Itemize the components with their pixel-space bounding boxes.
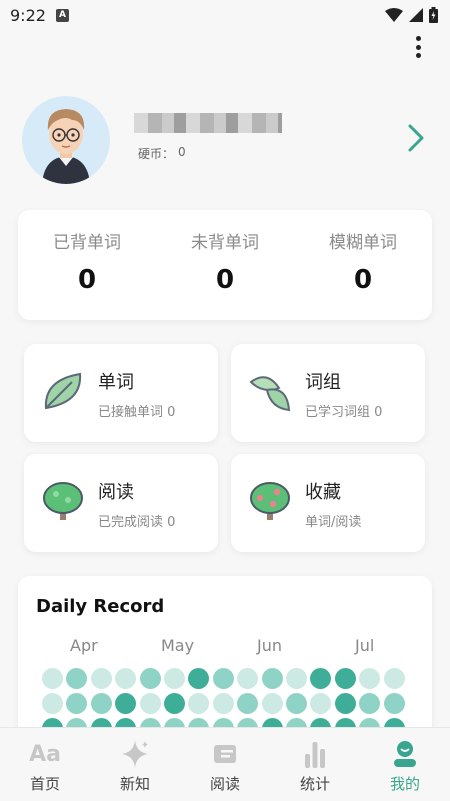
nav-reading[interactable]: 阅读 — [180, 728, 270, 801]
tree-icon — [43, 482, 83, 520]
activity-day-dot — [115, 693, 137, 714]
activity-day-dot — [286, 693, 307, 714]
sparkle-icon — [122, 740, 148, 768]
activity-day-dot — [212, 668, 234, 689]
signal-icon — [409, 8, 423, 22]
tile-favorites[interactable]: 收藏 单词/阅读 — [231, 454, 425, 552]
stat-unlearned[interactable]: 未背单词 0 — [156, 210, 294, 320]
stat-value: 0 — [215, 265, 235, 295]
leaf-icon — [44, 372, 82, 410]
activity-day-dot — [237, 693, 259, 714]
profile-header[interactable]: 硬币： 0 — [22, 96, 430, 184]
activity-day-dot — [212, 693, 234, 714]
activity-day-dot — [66, 693, 88, 714]
activity-day-dot — [66, 668, 88, 689]
activity-day-dot — [359, 668, 381, 689]
activity-day-dot — [90, 668, 112, 689]
battery-icon — [429, 7, 438, 23]
word-stats-card: 已背单词 0 未背单词 0 模糊单词 0 — [18, 210, 432, 320]
overflow-menu-icon[interactable] — [410, 36, 426, 58]
nav-home[interactable]: Aa 首页 — [0, 728, 90, 801]
tile-title: 阅读 — [98, 482, 134, 503]
month-label: Jul — [355, 636, 375, 655]
stat-learned[interactable]: 已背单词 0 — [18, 210, 156, 320]
avatar[interactable] — [22, 96, 110, 184]
activity-day-dot — [42, 693, 63, 714]
notification-icon: A — [55, 8, 69, 22]
nav-label: 新知 — [119, 775, 150, 793]
tile-subtitle: 已完成阅读 0 — [98, 515, 176, 530]
stat-label: 模糊单词 — [329, 233, 397, 253]
nav-label: 我的 — [389, 775, 420, 793]
month-label: Apr — [70, 636, 98, 655]
coins-label: 硬币： — [138, 147, 175, 161]
tile-words[interactable]: 单词 已接触单词 0 — [24, 344, 218, 442]
nav-me[interactable]: 我的 — [360, 728, 450, 801]
person-icon — [394, 741, 416, 767]
activity-day-dot — [237, 668, 259, 689]
nav-statistics[interactable]: 统计 — [270, 728, 360, 801]
activity-day-dot — [90, 693, 112, 714]
nav-label: 首页 — [29, 775, 60, 793]
tile-title: 词组 — [305, 372, 341, 393]
tile-subtitle: 单词/阅读 — [305, 515, 362, 530]
tile-subtitle: 已接触单词 0 — [98, 405, 176, 420]
daily-record-title: Daily Record — [36, 596, 165, 617]
activity-day-dot — [188, 668, 210, 689]
leaves-icon — [249, 376, 291, 412]
activity-day-dot — [310, 668, 332, 689]
nav-discover[interactable]: 新知 — [90, 728, 180, 801]
nav-label: 阅读 — [209, 775, 240, 793]
tile-subtitle: 已学习词组 0 — [305, 405, 383, 420]
nav-label: 统计 — [299, 775, 330, 793]
coins-count: 硬币： 0 — [138, 145, 186, 162]
activity-day-dot — [334, 693, 356, 714]
stat-value: 0 — [353, 265, 373, 295]
month-label: Jun — [257, 636, 282, 655]
activity-day-dot — [383, 668, 405, 689]
tile-title: 收藏 — [305, 482, 341, 503]
status-bar: 9:22 A — [0, 0, 450, 30]
aa-icon: Aa — [29, 741, 61, 767]
username-blurred — [134, 113, 282, 133]
activity-day-dot — [139, 668, 161, 689]
activity-day-dot — [164, 668, 185, 689]
coins-value: 0 — [178, 145, 186, 159]
bottom-nav: Aa 首页 新知 阅读 统计 我的 — [0, 727, 450, 801]
tile-phrases[interactable]: 词组 已学习词组 0 — [231, 344, 425, 442]
activity-day-dot — [188, 693, 210, 714]
stat-fuzzy[interactable]: 模糊单词 0 — [294, 210, 432, 320]
activity-day-dot — [139, 693, 161, 714]
tile-reading[interactable]: 阅读 已完成阅读 0 — [24, 454, 218, 552]
activity-day-dot — [42, 668, 63, 689]
activity-day-dot — [359, 693, 381, 714]
bar-chart-icon — [305, 742, 325, 768]
tile-title: 单词 — [98, 372, 134, 393]
activity-day-dot — [383, 693, 405, 714]
chevron-right-icon[interactable] — [406, 122, 426, 154]
wifi-icon — [385, 8, 403, 22]
activity-day-dot — [310, 693, 332, 714]
activity-day-dot — [334, 668, 356, 689]
status-time: 9:22 — [10, 5, 46, 25]
activity-day-dot — [261, 668, 283, 689]
activity-day-dot — [164, 693, 185, 714]
month-label: May — [161, 636, 195, 655]
activity-day-dot — [261, 693, 283, 714]
ticket-icon — [214, 745, 236, 763]
fruit-tree-icon — [250, 482, 290, 520]
activity-day-dot — [286, 668, 307, 689]
stat-label: 已背单词 — [53, 233, 121, 253]
activity-day-dot — [115, 668, 137, 689]
stat-value: 0 — [77, 265, 97, 295]
stat-label: 未背单词 — [191, 233, 259, 253]
